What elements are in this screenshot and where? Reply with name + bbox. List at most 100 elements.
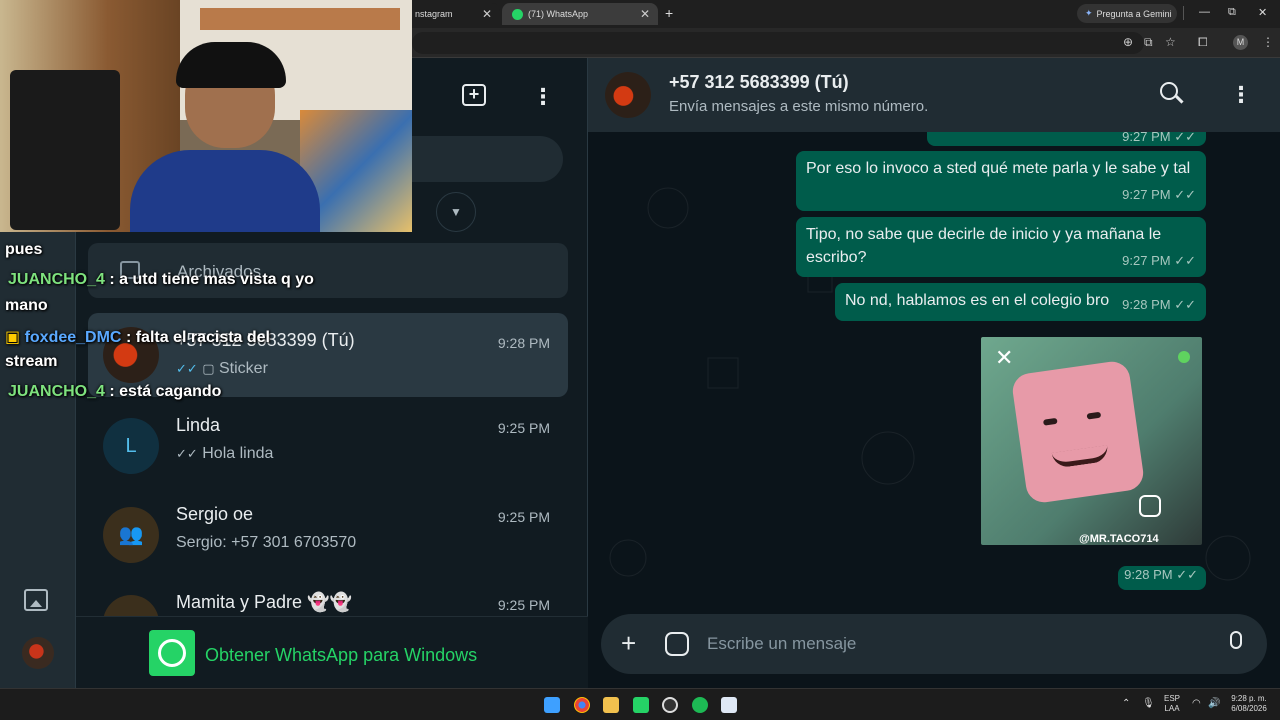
chat-name: Sergio oe — [176, 504, 254, 524]
group-icon: 👥 — [103, 507, 159, 563]
read-ticks-icon: ✓✓ — [176, 361, 198, 376]
instagram-icon — [1139, 495, 1161, 517]
new-chat-icon[interactable]: + — [462, 84, 486, 106]
message-composer: + Escribe un mensaje — [601, 614, 1267, 674]
install-app-icon[interactable]: ⧉ — [1144, 35, 1153, 50]
search-icon[interactable] — [1160, 82, 1184, 104]
wifi-icon[interactable]: ◠ — [1192, 698, 1201, 709]
obs-icon[interactable] — [662, 697, 678, 713]
profile-avatar[interactable]: M — [1233, 35, 1248, 50]
chat-name: Mamita y Padre 👻👻 — [176, 592, 352, 612]
pc-tower — [10, 70, 120, 230]
gemini-icon: ✦ — [1085, 8, 1093, 18]
chat-time: 9:25 PM — [497, 420, 550, 436]
tab-label: (71) WhatsApp — [528, 9, 589, 19]
menu-icon[interactable]: ⋮ — [1230, 82, 1252, 108]
lang-bottom: LAA — [1164, 704, 1180, 713]
browser-menu-icon[interactable]: ⋮ — [1262, 35, 1274, 49]
get-whatsapp-banner[interactable]: Obtener WhatsApp para Windows — [76, 616, 588, 688]
shelf — [200, 8, 400, 30]
chat-name: Linda — [176, 415, 221, 435]
sticker-icon[interactable] — [665, 632, 689, 656]
chrome-icon[interactable] — [574, 697, 590, 713]
message-bubble[interactable]: 9:27 PM ✓✓ — [927, 129, 1206, 146]
close-window-button[interactable]: ✕ — [1258, 6, 1267, 19]
new-tab-button[interactable]: + — [665, 5, 673, 21]
address-bar[interactable] — [412, 32, 1144, 54]
file-explorer-icon[interactable] — [603, 697, 619, 713]
message-time: 9:27 PM ✓✓ — [1122, 129, 1196, 144]
clock[interactable]: 9:28 p. m. 6/08/2026 — [1224, 694, 1274, 714]
tray-chevron-icon[interactable]: ⌃ — [1122, 698, 1130, 709]
close-tab-icon[interactable]: ✕ — [482, 7, 492, 21]
chat-row-linda[interactable]: L Linda 9:25 PM ✓✓ Hola linda — [88, 398, 568, 482]
bookmark-star-icon[interactable]: ☆ — [1165, 35, 1176, 49]
lang-top: ESP — [1163, 694, 1180, 703]
status-dot — [1178, 351, 1190, 363]
chat-preview-text: Sergio: +57 301 6703570 — [176, 534, 357, 551]
chat-preview-text: Sticker — [219, 360, 268, 377]
tab-whatsapp[interactable]: (71) WhatsApp ✕ — [502, 3, 658, 25]
start-icon[interactable] — [544, 697, 560, 713]
hair — [176, 42, 286, 88]
stream-chat-line: pues — [5, 241, 43, 258]
volume-icon[interactable]: 🔊 — [1208, 698, 1220, 709]
message-bubble[interactable]: Tipo, no sabe que decirle de inicio y ya… — [796, 217, 1206, 277]
whatsapp-taskbar-icon[interactable] — [633, 697, 649, 713]
sticker-watermark: @MR.TACO714 — [1079, 533, 1159, 545]
my-profile-avatar[interactable] — [22, 637, 54, 669]
tab-instagram[interactable]: nstagram ✕ — [405, 3, 500, 25]
stream-chat-line: stream — [5, 353, 58, 370]
chat-row-mamita[interactable]: Mamita y Padre 👻👻 9:25 PM — [88, 575, 568, 616]
extensions-icon[interactable]: ⧠ — [1198, 35, 1208, 50]
attach-icon[interactable]: + — [621, 628, 636, 659]
message-bubble[interactable]: Por eso lo invoco a sted qué mete parla … — [796, 151, 1206, 211]
sticker-small-icon: ▢ — [202, 361, 215, 376]
zoom-icon[interactable]: ⊕ — [1123, 35, 1133, 49]
sticker-time-badge: 9:28 PM ✓✓ — [1118, 566, 1206, 590]
stream-chat-line: JUANCHO_4 : está cagando — [8, 383, 222, 400]
message-time: 9:27 PM ✓✓ — [1122, 253, 1196, 268]
chat-time: 9:25 PM — [497, 509, 550, 525]
conversation-header: +57 312 5683399 (Tú) Envía mensajes a es… — [588, 58, 1280, 132]
stream-chat-line: mano — [5, 297, 48, 314]
avatar: L — [103, 418, 159, 474]
message-time: 9:28 PM ✓✓ — [1124, 567, 1198, 582]
spotify-icon[interactable] — [692, 697, 708, 713]
windows-taskbar: ⌃ 🎙 ESP LAA ◠ 🔊 9:28 p. m. 6/08/2026 — [0, 688, 1280, 720]
whatsapp-icon — [149, 630, 195, 676]
message-bubble[interactable]: No nd, hablamos es en el colegio bro 9:2… — [835, 283, 1206, 321]
shirt — [130, 150, 320, 232]
contact-avatar[interactable] — [605, 72, 651, 118]
message-input[interactable]: Escribe un mensaje — [707, 634, 856, 654]
menu-icon[interactable]: ⋮ — [532, 84, 554, 110]
media-gallery-icon[interactable] — [24, 589, 48, 611]
chat-preview: ✓✓ Hola linda — [176, 445, 273, 463]
chat-time: 9:28 PM — [497, 335, 550, 351]
whatsapp-favicon-icon — [512, 8, 523, 20]
mic-icon[interactable] — [1230, 631, 1242, 649]
maximize-button[interactable]: ⧉ — [1228, 6, 1236, 19]
divider — [1183, 6, 1184, 20]
clock-time: 9:28 p. m. — [1231, 694, 1267, 703]
message-time: 9:27 PM ✓✓ — [1122, 187, 1196, 202]
gemini-label: Pregunta a Gemini — [1096, 8, 1172, 19]
minimize-button[interactable]: — — [1199, 6, 1210, 18]
chevron-down-icon[interactable]: ▼ — [436, 192, 476, 232]
language-indicator[interactable]: ESP LAA — [1160, 694, 1184, 714]
sticker-image[interactable]: ✕ @MR.TACO714 — [981, 337, 1202, 545]
message-time: 9:28 PM ✓✓ — [1122, 297, 1196, 312]
chat-preview: ✓✓ ▢ Sticker — [176, 360, 268, 378]
gemini-button[interactable]: ✦ Pregunta a Gemini — [1077, 4, 1177, 23]
sent-ticks-icon: ✓✓ — [176, 446, 198, 461]
close-tab-icon[interactable]: ✕ — [640, 7, 650, 21]
contact-name[interactable]: +57 312 5683399 (Tú) — [669, 72, 849, 93]
clock-date: 6/08/2026 — [1231, 704, 1267, 713]
app-icon[interactable] — [721, 697, 737, 713]
pink-face — [1010, 359, 1146, 505]
mic-tray-icon[interactable]: 🎙 — [1142, 698, 1155, 709]
group-icon — [103, 595, 159, 616]
close-x-icon: ✕ — [995, 345, 1014, 370]
stream-chat-line: JUANCHO_4 : a utd tiene mas vista q yo — [8, 271, 314, 288]
chat-row-sergio[interactable]: 👥 Sergio oe 9:25 PM Sergio: +57 301 6703… — [88, 487, 568, 571]
